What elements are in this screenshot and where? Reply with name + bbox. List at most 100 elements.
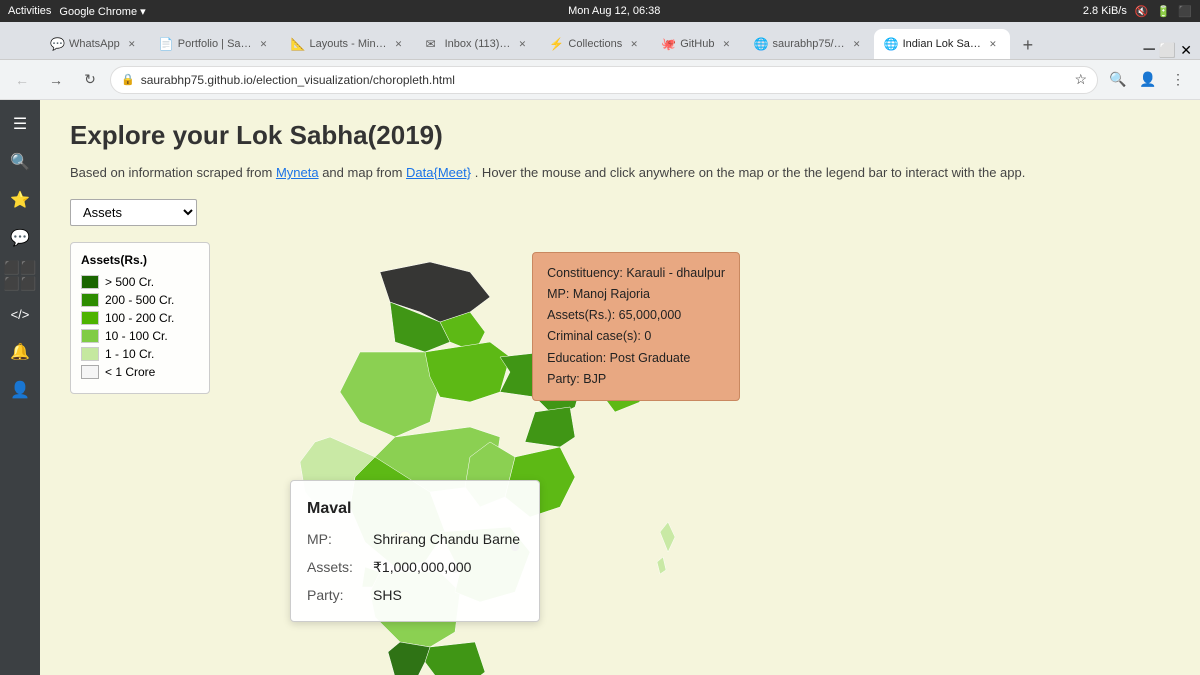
minimize-button[interactable]: ─ [1143, 41, 1154, 59]
tab-layouts[interactable]: 📐 Layouts - Min… ✕ [281, 29, 416, 59]
tab-collections[interactable]: ⚡ Collections ✕ [539, 29, 651, 59]
sidebar-menu-icon[interactable]: ☰ [4, 108, 36, 140]
tab-inbox[interactable]: ✉ Inbox (113)… ✕ [416, 29, 540, 59]
sidebar-star-icon[interactable]: ⭐ [4, 184, 36, 216]
search-button[interactable]: 🔍 [1104, 66, 1132, 94]
map-legend-container: Assets(Rs.) > 500 Cr. 200 - 500 Cr. 100 … [70, 242, 1170, 675]
legend-color-4 [81, 347, 99, 361]
hover-constituency: Maval [307, 493, 523, 525]
sidebar-slack-icon[interactable]: 🔔 [4, 336, 36, 368]
sidebar-grid-icon[interactable]: ⬛⬛⬛⬛ [4, 260, 36, 292]
page-title: Explore your Lok Sabha(2019) [70, 120, 1170, 151]
tooltip-criminal: Criminal case(s): 0 [547, 326, 725, 347]
legend-color-5 [81, 365, 99, 379]
legend-item-0[interactable]: > 500 Cr. [81, 275, 199, 289]
tab-portfolio-close[interactable]: ✕ [257, 37, 271, 51]
activities-label[interactable]: Activities [8, 5, 51, 17]
legend-color-0 [81, 275, 99, 289]
volume-icon: 🔇 [1135, 5, 1149, 18]
maximize-button[interactable]: ⬜ [1159, 42, 1176, 59]
tab-whatsapp[interactable]: 💬 WhatsApp ✕ [40, 29, 149, 59]
myneta-link[interactable]: Myneta [276, 165, 319, 180]
account-button[interactable]: 👤 [1134, 66, 1162, 94]
address-actions: 🔍 👤 ⋮ [1104, 66, 1192, 94]
hover-party-value: SHS [373, 581, 402, 609]
tooltip-assets: Assets(Rs.): 65,000,000 [547, 305, 725, 326]
url-bar[interactable]: 🔒 saurabhp75.github.io/election_visualiz… [110, 66, 1098, 94]
new-tab-button[interactable]: + [1014, 31, 1042, 59]
tab-indian-lok-close[interactable]: ✕ [986, 37, 1000, 51]
tab-inbox-close[interactable]: ✕ [515, 37, 529, 51]
sidebar-search-icon[interactable]: 🔍 [4, 146, 36, 178]
hover-mp-row: MP: Shrirang Chandu Barne [307, 525, 523, 553]
tab-whatsapp-close[interactable]: ✕ [125, 37, 139, 51]
tooltip-mp: MP: Manoj Rajoria [547, 284, 725, 305]
tooltip-party: Party: BJP [547, 369, 725, 390]
tab-portfolio-label: Portfolio | Sa… [178, 38, 252, 50]
category-dropdown[interactable]: Assets Criminal Cases Education Party [70, 199, 197, 226]
tab-collections-close[interactable]: ✕ [627, 37, 641, 51]
tab-layouts-label: Layouts - Min… [310, 38, 387, 50]
close-button[interactable]: ✕ [1180, 42, 1192, 59]
menu-button[interactable]: ⋮ [1164, 66, 1192, 94]
tab-github[interactable]: 🐙 GitHub ✕ [651, 29, 743, 59]
datameet-link[interactable]: Data{Meet} [406, 165, 471, 180]
tooltip-education: Education: Post Graduate [547, 348, 725, 369]
tab-indian-lok[interactable]: 🌐 Indian Lok Sa… ✕ [874, 29, 1010, 59]
hover-tooltip: Maval MP: Shrirang Chandu Barne Assets: … [290, 480, 540, 622]
legend-item-5[interactable]: < 1 Crore [81, 365, 199, 379]
whatsapp-favicon: 💬 [50, 37, 64, 51]
layouts-favicon: 📐 [291, 37, 305, 51]
saurabhp75-favicon: 🌐 [753, 37, 767, 51]
desc-part3: . Hover the mouse and click anywhere on … [475, 165, 1026, 180]
tab-github-close[interactable]: ✕ [719, 37, 733, 51]
hover-assets-row: Assets: ₹1,000,000,000 [307, 553, 523, 581]
tab-saurabhp75-close[interactable]: ✕ [850, 37, 864, 51]
back-button[interactable]: ← [8, 66, 36, 94]
lock-icon: 🔒 [121, 73, 135, 86]
tab-saurabhp75[interactable]: 🌐 saurabhp75/… ✕ [743, 29, 873, 59]
legend-item-4[interactable]: 1 - 10 Cr. [81, 347, 199, 361]
tab-indian-lok-label: Indian Lok Sa… [903, 38, 981, 50]
legend-label-3: 10 - 100 Cr. [105, 329, 168, 343]
hover-mp-value: Shrirang Chandu Barne [373, 525, 520, 553]
tab-layouts-close[interactable]: ✕ [392, 37, 406, 51]
os-bar-left: Activities Google Chrome ▾ [8, 5, 146, 18]
os-bar-right: 2.8 KiB/s 🔇 🔋 ⬛ [1083, 5, 1192, 18]
fullscreen-icon[interactable]: ⬛ [1178, 5, 1192, 18]
legend-item-1[interactable]: 200 - 500 Cr. [81, 293, 199, 307]
tab-github-label: GitHub [680, 38, 714, 50]
legend-label-0: > 500 Cr. [105, 275, 154, 289]
os-bar: Activities Google Chrome ▾ Mon Aug 12, 0… [0, 0, 1200, 22]
sidebar-person-icon[interactable]: 👤 [4, 374, 36, 406]
sidebar-code-icon[interactable]: </> [4, 298, 36, 330]
legend-item-3[interactable]: 10 - 100 Cr. [81, 329, 199, 343]
battery-icon: 🔋 [1157, 5, 1171, 18]
desc-part2: and map from [322, 165, 406, 180]
reload-button[interactable]: ↻ [76, 66, 104, 94]
sidebar-chat-icon[interactable]: 💬 [4, 222, 36, 254]
tab-collections-label: Collections [568, 38, 622, 50]
constituency-tooltip: Constituency: Karauli - dhaulpur MP: Man… [532, 252, 740, 402]
browser-label[interactable]: Google Chrome ▾ [59, 5, 145, 18]
tab-portfolio[interactable]: 📄 Portfolio | Sa… ✕ [149, 29, 281, 59]
legend-item-2[interactable]: 100 - 200 Cr. [81, 311, 199, 325]
dropdown-container: Assets Criminal Cases Education Party [70, 199, 1170, 226]
tab-bar: 💬 WhatsApp ✕ 📄 Portfolio | Sa… ✕ 📐 Layou… [0, 22, 1200, 60]
forward-button[interactable]: → [42, 66, 70, 94]
main-content: Explore your Lok Sabha(2019) Based on in… [40, 100, 1200, 675]
hover-party-label: Party: [307, 581, 367, 609]
tooltip-constituency: Constituency: Karauli - dhaulpur [547, 263, 725, 284]
legend-label-4: 1 - 10 Cr. [105, 347, 154, 361]
map-wrapper: Constituency: Karauli - dhaulpur MP: Man… [230, 242, 720, 675]
legend-label-2: 100 - 200 Cr. [105, 311, 174, 325]
tab-saurabhp75-label: saurabhp75/… [772, 38, 844, 50]
legend-label-1: 200 - 500 Cr. [105, 293, 174, 307]
legend-color-1 [81, 293, 99, 307]
chrome-window: 💬 WhatsApp ✕ 📄 Portfolio | Sa… ✕ 📐 Layou… [0, 22, 1200, 675]
legend-color-2 [81, 311, 99, 325]
portfolio-favicon: 📄 [159, 37, 173, 51]
address-bar: ← → ↻ 🔒 saurabhp75.github.io/election_vi… [0, 60, 1200, 100]
url-text[interactable]: saurabhp75.github.io/election_visualizat… [141, 73, 1069, 87]
bookmark-icon[interactable]: ☆ [1074, 71, 1087, 88]
